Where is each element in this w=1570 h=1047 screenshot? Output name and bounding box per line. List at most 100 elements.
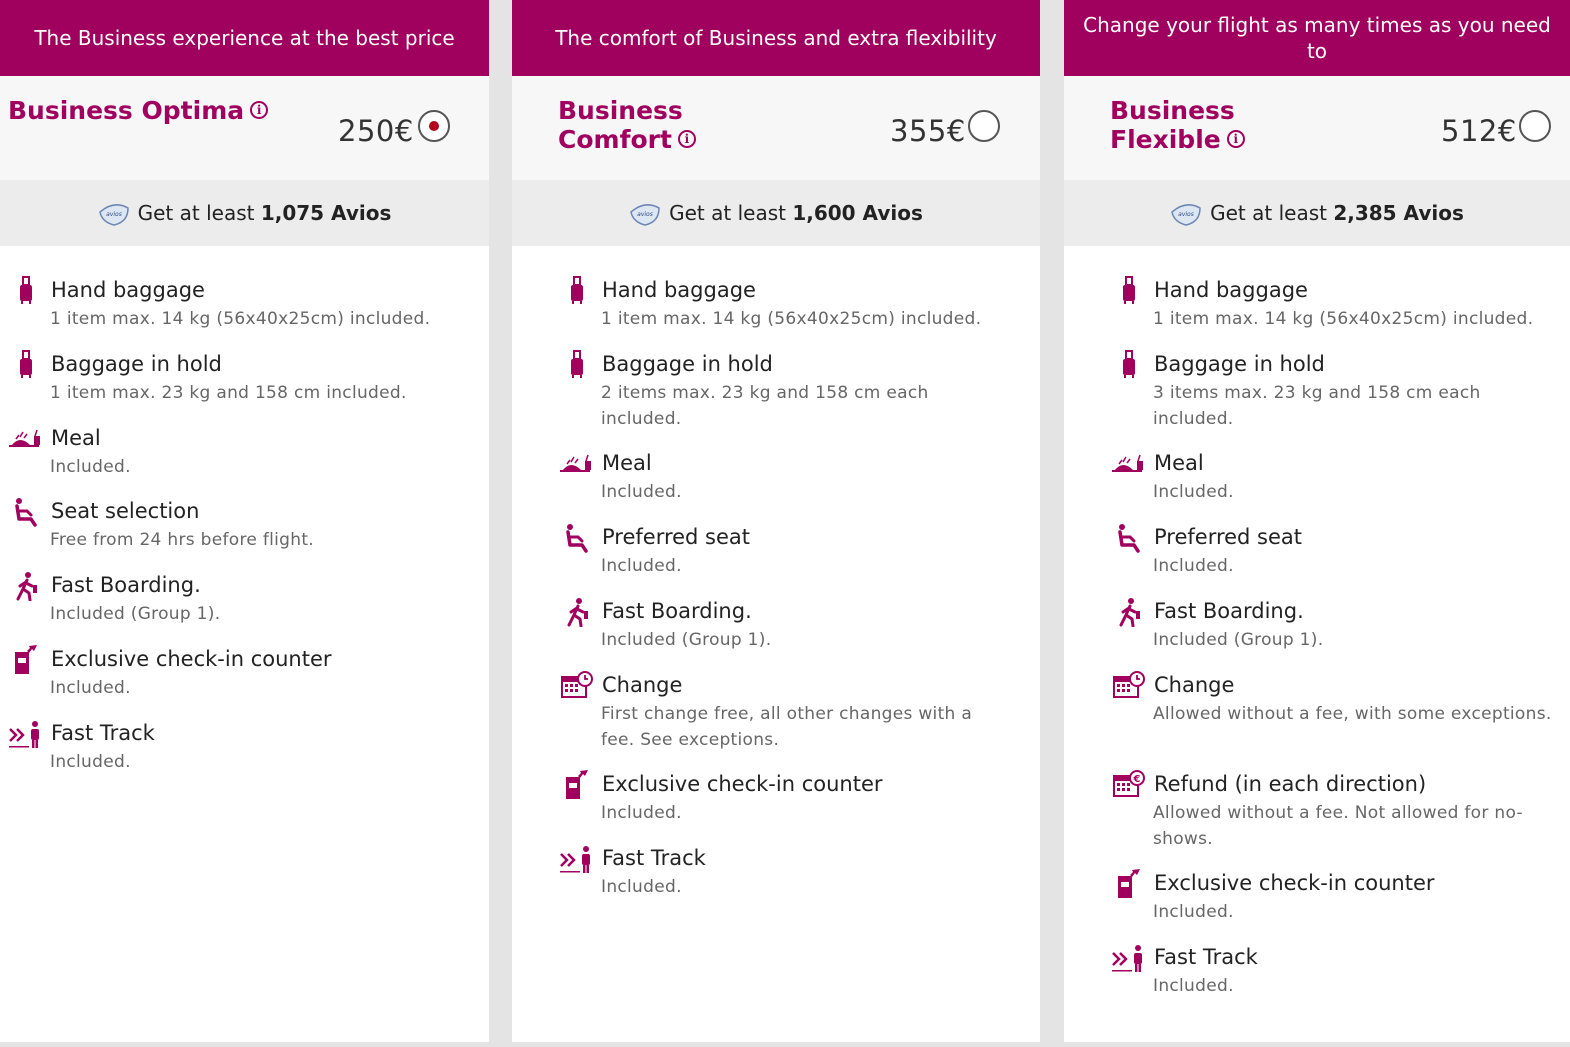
feature-title: Hand baggage: [602, 278, 756, 302]
feature-description: Allowed without a fee, with some excepti…: [1153, 704, 1552, 724]
feature-description: Included.: [601, 803, 682, 823]
fare-header[interactable]: Business Flexible i 512€: [1064, 76, 1570, 180]
fare-radio-button[interactable]: [1519, 110, 1551, 142]
feature-description: Free from 24 hrs before flight.: [50, 530, 314, 550]
fare-name: Business Comfort i: [558, 96, 758, 154]
feature-item: Fast Boarding. Included (Group 1).: [512, 597, 1040, 667]
feature-item: Fast Track Included.: [1064, 943, 1570, 1013]
avios-bar: avios Get at least 1,600 Avios: [512, 180, 1040, 246]
fare-banner: The Business experience at the best pric…: [0, 0, 489, 76]
fare-radio-button[interactable]: [968, 110, 1000, 142]
feature-item: Meal Included.: [512, 449, 1040, 519]
svg-text:avios: avios: [637, 211, 653, 218]
feature-title: Hand baggage: [51, 278, 205, 302]
meal-icon: [8, 424, 44, 454]
feature-item: Fast Boarding. Included (Group 1).: [1064, 597, 1570, 667]
meal-icon: [1111, 449, 1147, 479]
feature-title: Exclusive check-in counter: [602, 772, 883, 796]
feature-item: Baggage in hold 3 items max. 23 kg and 15…: [1064, 350, 1570, 429]
avios-bar: avios Get at least 1,075 Avios: [0, 180, 489, 246]
feature-title: Fast Boarding.: [51, 573, 201, 597]
feature-title: Change: [602, 673, 683, 697]
fare-banner-text: Change your flight as many times as you …: [1083, 13, 1551, 63]
suitcase-icon: [1111, 276, 1147, 306]
boarding-icon: [559, 597, 595, 627]
svg-text:avios: avios: [106, 211, 122, 218]
feature-description: Included (Group 1).: [601, 630, 772, 650]
feature-title: Fast Track: [602, 846, 706, 870]
feature-item: Seat selection Free from 24 hrs before fl…: [0, 497, 489, 567]
fast-track-icon: [8, 719, 44, 749]
feature-title: Meal: [51, 426, 101, 450]
avios-icon: avios: [1170, 202, 1201, 226]
fast-track-icon: [1111, 943, 1147, 973]
feature-item: € Refund (in each direction) Allowed witho…: [1064, 770, 1570, 849]
seat-icon: [1111, 523, 1147, 553]
feature-description: Included.: [50, 752, 131, 772]
feature-description: Included.: [1153, 902, 1234, 922]
feature-description: 1 item max. 14 kg (56x40x25cm) included.: [50, 309, 431, 329]
boarding-icon: [1111, 597, 1147, 627]
avios-icon: avios: [629, 202, 660, 226]
feature-title: Meal: [602, 451, 652, 475]
feature-description: Included.: [1153, 976, 1234, 996]
feature-item: Hand baggage 1 item max. 14 kg (56x40x25c…: [512, 276, 1040, 346]
feature-title: Baggage in hold: [51, 352, 222, 376]
feature-title: Fast Boarding.: [1154, 599, 1304, 623]
suitcase-icon: [559, 276, 595, 306]
feature-item: Hand baggage 1 item max. 14 kg (56x40x25c…: [1064, 276, 1570, 346]
feature-title: Exclusive check-in counter: [51, 647, 332, 671]
avios-amount: 1,600 Avios: [792, 201, 923, 225]
avios-icon: avios: [98, 202, 129, 226]
feature-title: Meal: [1154, 451, 1204, 475]
suitcase-icon: [1111, 350, 1147, 380]
fare-radio-button[interactable]: [418, 110, 450, 142]
fare-header[interactable]: Business Comfort i 355€: [512, 76, 1040, 180]
avios-bar: avios Get at least 2,385 Avios: [1064, 180, 1570, 246]
feature-title: Seat selection: [51, 499, 200, 523]
fare-banner-text: The Business experience at the best pric…: [34, 26, 455, 50]
info-icon[interactable]: i: [677, 130, 696, 148]
svg-text:€: €: [1133, 774, 1141, 785]
checkin-icon: [8, 645, 44, 675]
fare-banner-text: The comfort of Business and extra flexib…: [555, 26, 997, 50]
suitcase-icon: [8, 276, 44, 306]
feature-item: Fast Boarding. Included (Group 1).: [0, 571, 489, 641]
feature-item: Preferred seat Included.: [512, 523, 1040, 593]
feature-title: Fast Boarding.: [602, 599, 752, 623]
info-icon[interactable]: i: [250, 101, 269, 119]
fare-header[interactable]: Business Optima i 250€: [0, 76, 489, 180]
avios-prefix: Get at least: [137, 201, 255, 225]
fare-name-text: Business Flexible: [1110, 96, 1235, 154]
feature-item: Baggage in hold 1 item max. 23 kg and 158…: [0, 350, 489, 420]
fare-name: Business Optima i: [8, 96, 308, 125]
calendar-change-icon: [1111, 671, 1147, 701]
info-icon[interactable]: i: [1226, 130, 1245, 148]
feature-item: Exclusive check-in counter Included.: [512, 770, 1040, 840]
calendar-refund-icon: €: [1111, 770, 1147, 800]
avios-prefix: Get at least: [669, 201, 786, 225]
feature-item: Baggage in hold 2 items max. 23 kg and 15…: [512, 350, 1040, 429]
svg-text:avios: avios: [1178, 211, 1194, 218]
feature-description: 2 items max. 23 kg and 158 cm each inclu…: [601, 383, 929, 429]
feature-item: Meal Included.: [1064, 449, 1570, 519]
fare-price: 250€: [338, 114, 414, 148]
calendar-change-icon: [559, 671, 595, 701]
feature-description: 1 item max. 14 kg (56x40x25cm) included.: [1153, 309, 1534, 329]
feature-title: Baggage in hold: [1154, 352, 1325, 376]
fare-banner: The comfort of Business and extra flexib…: [512, 0, 1040, 76]
feature-item: Exclusive check-in counter Included.: [0, 645, 489, 715]
fare-banner: Change your flight as many times as you …: [1064, 0, 1570, 76]
feature-description: Included.: [1153, 482, 1234, 502]
feature-description: 3 items max. 23 kg and 158 cm each inclu…: [1153, 383, 1481, 429]
feature-item: Fast Track Included.: [0, 719, 489, 789]
feature-item: Meal Included.: [0, 424, 489, 494]
suitcase-icon: [559, 350, 595, 380]
fare-name-text: Business Comfort: [558, 96, 683, 154]
feature-description: Included.: [50, 678, 131, 698]
avios-amount: 1,075 Avios: [260, 201, 392, 225]
feature-description: Included (Group 1).: [1153, 630, 1324, 650]
feature-title: Exclusive check-in counter: [1154, 871, 1435, 895]
feature-title: Change: [1154, 673, 1235, 697]
feature-item: Change Allowed without a fee, with some e…: [1064, 671, 1570, 741]
